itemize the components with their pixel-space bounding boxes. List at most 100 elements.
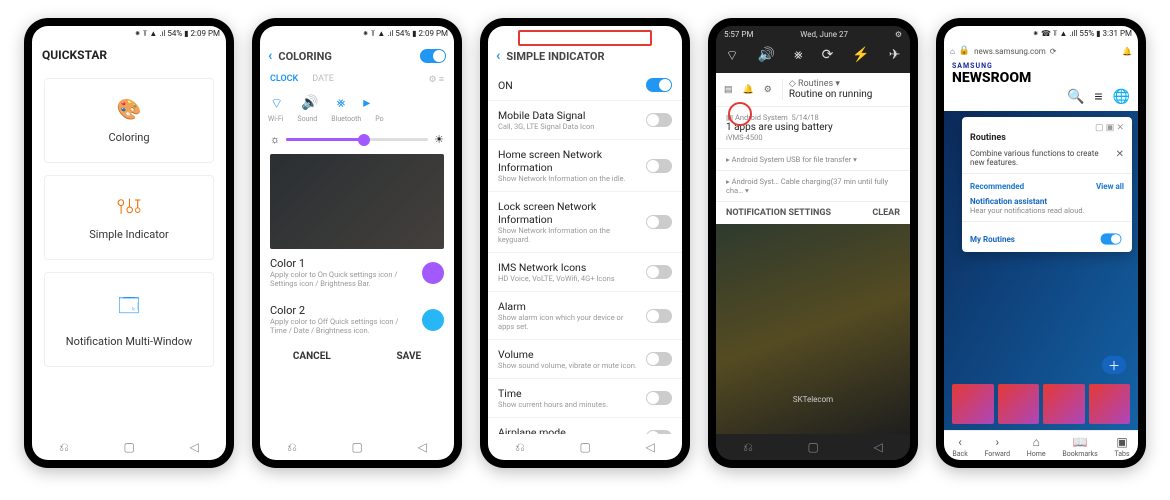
routines-header: ◇ Routines ▾	[789, 79, 902, 89]
close-icon[interactable]: ✕	[1116, 149, 1124, 160]
settings-icon[interactable]: ⚙	[895, 30, 902, 39]
card[interactable]	[952, 384, 994, 424]
phone-simple-indicator: ‹ SIMPLE INDICATOR ON Mobile Data Signal…	[480, 18, 690, 468]
row-toggle[interactable]	[646, 215, 672, 229]
tabs-button[interactable]: ▣Tabs	[1114, 435, 1129, 458]
home-icon[interactable]: ▢	[580, 440, 591, 454]
card[interactable]	[1089, 384, 1131, 424]
notif-badge[interactable]: 🔔	[1122, 47, 1132, 56]
popup-item-sub: Hear your notifications read aloud.	[970, 206, 1124, 215]
cancel-button[interactable]: CANCEL	[293, 351, 331, 362]
row-volume[interactable]: VolumeShow sound volume, vibrate or mute…	[488, 340, 682, 379]
row-mobile-data[interactable]: Mobile Data SignalCall, 3G, LTE Signal D…	[488, 101, 682, 140]
address-bar[interactable]: ⌂ 🔒 news.samsung.com ⟳ 🔔	[944, 42, 1138, 60]
gear-icon[interactable]: ⚙	[764, 85, 772, 95]
row-home-network[interactable]: Home screen Network InformationShow Netw…	[488, 140, 682, 192]
color1-row[interactable]: Color 1 Apply color to On Quick settings…	[260, 249, 454, 296]
status-bar: ⁕ ☎ ⫪ ▲ .ıll 55% ▮ 3:31 PM	[944, 26, 1138, 42]
power-icon[interactable]: ▸	[363, 95, 370, 113]
card[interactable]	[1043, 384, 1085, 424]
home-icon[interactable]: ▢	[808, 440, 819, 454]
my-routines-toggle[interactable]	[1101, 233, 1122, 244]
card-notif-multiwindow[interactable]: 🗔 Notification Multi-Window	[44, 272, 214, 367]
row-toggle[interactable]	[646, 352, 672, 366]
recent-icon[interactable]: ⎌	[743, 440, 753, 455]
row-sub: HD Voice, VoLTE, VoWifi, 4G+ Icons	[498, 274, 638, 283]
color2-swatch[interactable]	[422, 309, 444, 331]
row-toggle[interactable]	[646, 391, 672, 405]
globe-icon[interactable]: 🌐	[1113, 89, 1130, 105]
color2-row[interactable]: Color 2 Apply color to Off Quick setting…	[260, 296, 454, 343]
wifi-icon[interactable]: ⌔	[725, 47, 738, 65]
bell-icon[interactable]: 🔔	[743, 85, 754, 95]
row-toggle[interactable]	[646, 113, 672, 127]
save-button[interactable]: SAVE	[396, 351, 421, 362]
home-icon[interactable]: ⌂	[950, 47, 955, 56]
card[interactable]	[998, 384, 1040, 424]
sound-icon[interactable]: 🔊	[301, 95, 318, 113]
recent-icon[interactable]: ⎌	[287, 440, 297, 455]
home-icon[interactable]: ▢	[124, 440, 135, 454]
menu-icon[interactable]: ≡	[1094, 88, 1102, 105]
palette-icon: 🎨	[117, 97, 142, 121]
back-arrow-icon: ‹	[958, 435, 962, 449]
notification-settings-button[interactable]: NOTIFICATION SETTINGS	[726, 208, 831, 218]
color2-label: Color 2	[270, 304, 414, 317]
row-label: Volume	[498, 348, 638, 361]
row-toggle[interactable]	[646, 159, 672, 173]
flash-icon[interactable]: ⚡	[852, 47, 869, 65]
sound-icon[interactable]: 🔊	[758, 47, 775, 65]
row-toggle[interactable]	[646, 309, 672, 323]
brightness-slider[interactable]: ☼ ☀	[260, 129, 454, 154]
highlight-panel-icon	[728, 102, 752, 126]
airplane-icon[interactable]: ✈	[889, 47, 901, 65]
viewall-link[interactable]: View all	[1096, 182, 1124, 191]
home-icon[interactable]: ▢	[352, 440, 363, 454]
color1-swatch[interactable]	[422, 262, 444, 284]
row-alarm[interactable]: AlarmShow alarm icon which your device o…	[488, 292, 682, 340]
rotate-icon[interactable]: ⟳	[822, 47, 834, 65]
back-chevron-icon[interactable]: ‹	[268, 48, 272, 64]
article-cards	[952, 384, 1130, 424]
popup-item[interactable]: Notification assistant	[970, 197, 1124, 206]
shade-time: 5:57 PM	[724, 30, 753, 39]
row-time[interactable]: TimeShow current hours and minutes.	[488, 379, 682, 418]
tab-clock[interactable]: CLOCK	[270, 74, 298, 85]
back-icon[interactable]: ◁	[189, 440, 198, 454]
tab-date[interactable]: DATE	[312, 74, 334, 85]
forward-button[interactable]: ›Forward	[984, 435, 1010, 458]
master-toggle[interactable]	[420, 49, 446, 63]
add-button[interactable]: ＋	[1102, 356, 1126, 374]
on-toggle[interactable]	[646, 78, 672, 92]
panel-tab-icon[interactable]: ▤	[724, 85, 733, 95]
brand-main: NEWSROOM	[952, 70, 1130, 86]
back-button[interactable]: ‹Back	[952, 435, 967, 458]
bluetooth-icon[interactable]: ⨳	[794, 47, 803, 65]
master-on-row[interactable]: ON	[488, 70, 682, 101]
clear-button[interactable]: CLEAR	[872, 208, 900, 218]
recent-icon[interactable]: ⎌	[59, 440, 69, 455]
bluetooth-icon[interactable]: ⨳	[337, 95, 346, 113]
gear-icon[interactable]: ⚙ ≡	[428, 74, 444, 85]
url-text: news.samsung.com	[974, 47, 1046, 56]
bookmarks-button[interactable]: 📖Bookmarks	[1062, 435, 1097, 458]
notif-usb[interactable]: ▸ Android System USB for file transfer ▾	[716, 149, 910, 171]
row-toggle[interactable]	[646, 430, 672, 434]
notif-charging[interactable]: ▸ Android Syst… Cable charging(37 min un…	[716, 171, 910, 202]
back-icon[interactable]: ◁	[873, 440, 882, 454]
app-title: QUICKSTAR	[32, 42, 226, 72]
home-button[interactable]: ⌂Home	[1027, 435, 1046, 458]
wifi-icon[interactable]: ⌔	[270, 95, 283, 113]
row-lock-network[interactable]: Lock screen Network InformationShow Netw…	[488, 192, 682, 253]
card-simple-indicator[interactable]: ⫯⫰⫱ Simple Indicator	[44, 175, 214, 260]
back-chevron-icon[interactable]: ‹	[496, 48, 500, 64]
recent-icon[interactable]: ⎌	[515, 440, 525, 455]
row-toggle[interactable]	[646, 265, 672, 279]
back-icon[interactable]: ◁	[417, 440, 426, 454]
row-ims[interactable]: IMS Network IconsHD Voice, VoLTE, VoWifi…	[488, 253, 682, 292]
card-coloring[interactable]: 🎨 Coloring	[44, 78, 214, 163]
row-airplane[interactable]: Airplane modeShow aircraft plane icon.	[488, 418, 682, 434]
back-icon[interactable]: ◁	[645, 440, 654, 454]
reload-icon[interactable]: ⟳	[1050, 47, 1057, 56]
search-icon[interactable]: 🔍	[1067, 89, 1084, 105]
